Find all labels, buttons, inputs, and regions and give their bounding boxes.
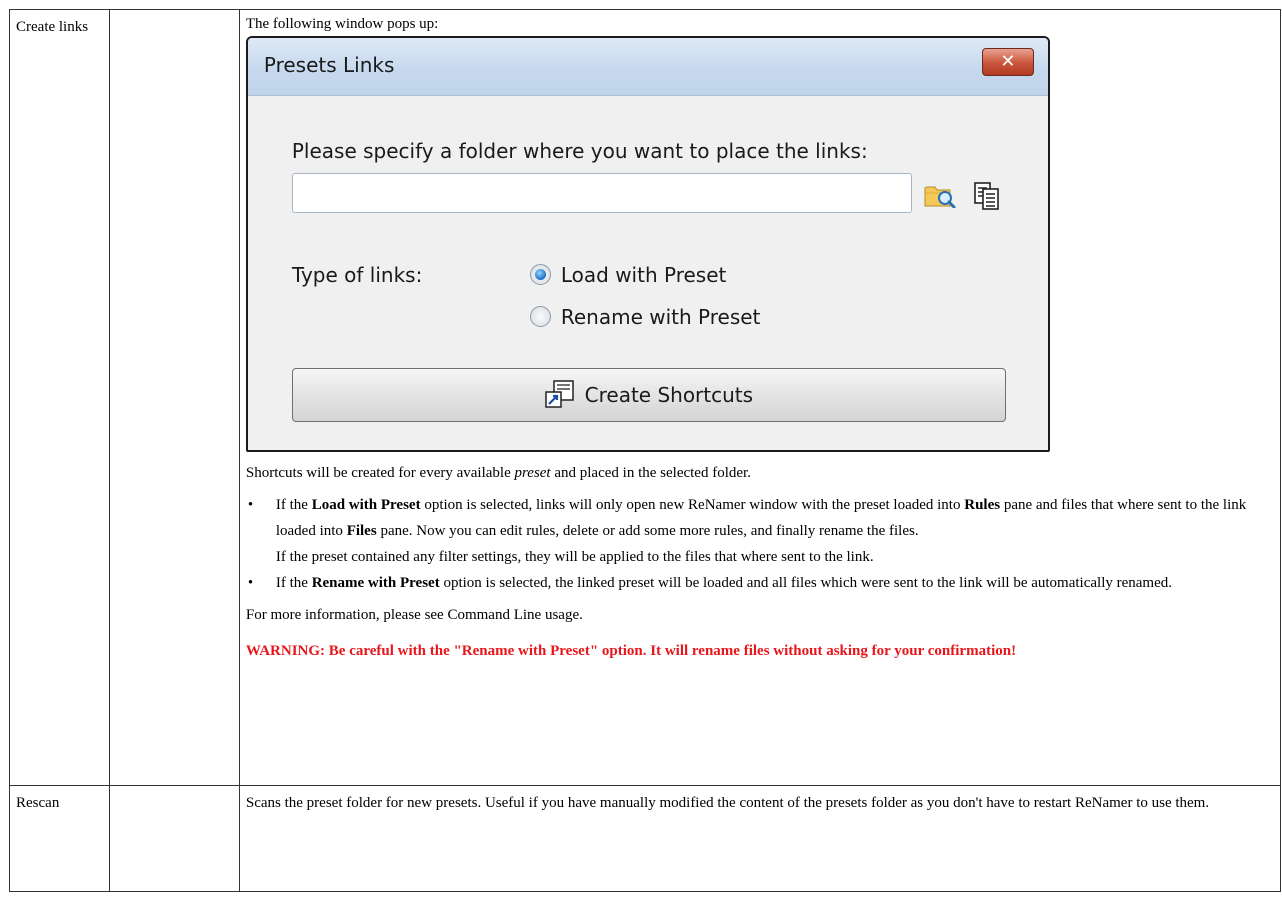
shortcut-icon bbox=[544, 380, 574, 408]
text: For more information, please see Command… bbox=[245, 607, 583, 623]
command-name-cell: Rescan bbox=[9, 785, 110, 892]
radio-label: Load with Preset bbox=[560, 263, 727, 287]
bold-text: Rename with Preset bbox=[311, 575, 440, 591]
radio-label: Rename with Preset bbox=[560, 305, 761, 329]
warning-paragraph: WARNING: Be careful with the "Rename wit… bbox=[245, 643, 1017, 659]
link-type-label: Type of links: bbox=[291, 263, 423, 287]
intro-text: The following window pops up: bbox=[245, 16, 439, 32]
command-name-cell: Create links bbox=[9, 9, 110, 786]
options-list: If the Load with Preset option is select… bbox=[246, 492, 1274, 596]
close-button[interactable]: ✕ bbox=[981, 48, 1034, 76]
bold-text: Files bbox=[346, 523, 377, 539]
dialog-body: Please specify a folder where you want t… bbox=[248, 96, 1048, 450]
folder-prompt-label: Please specify a folder where you want t… bbox=[291, 139, 868, 163]
text: option is selected, links will only open… bbox=[420, 497, 965, 513]
radio-selected-icon[interactable] bbox=[529, 264, 551, 285]
create-shortcuts-label: Create Shortcuts bbox=[584, 383, 754, 407]
radio-unselected-icon[interactable] bbox=[529, 306, 551, 327]
list-item: If the Load with Preset option is select… bbox=[248, 492, 1274, 570]
command-name: Rescan bbox=[16, 795, 60, 811]
more-info-paragraph: For more information, please see Command… bbox=[246, 602, 1274, 628]
text: option is selected, the linked preset wi… bbox=[439, 575, 1173, 591]
text: and placed in the selected folder. bbox=[550, 465, 751, 481]
empty-cell bbox=[108, 785, 240, 892]
list-item: If the Rename with Preset option is sele… bbox=[248, 570, 1274, 596]
empty-cell bbox=[108, 9, 240, 786]
text: If the bbox=[275, 497, 312, 513]
text: pane. Now you can edit rules, delete or … bbox=[376, 523, 919, 539]
rescan-description: Scans the preset folder for new presets.… bbox=[245, 795, 1210, 811]
dialog-title: Presets Links bbox=[263, 53, 395, 77]
shortcuts-paragraph: Shortcuts will be created for every avai… bbox=[246, 460, 1274, 486]
bold-text: Rules bbox=[964, 497, 1001, 513]
dialog-titlebar: Presets Links ✕ bbox=[247, 38, 1048, 96]
bold-text: Load with Preset bbox=[311, 497, 421, 513]
text: If the preset contained any filter setti… bbox=[275, 549, 874, 565]
command-name: Create links bbox=[16, 19, 89, 35]
preset-emphasis: preset bbox=[514, 465, 551, 481]
description-cell: The following window pops up: Presets Li… bbox=[238, 9, 1282, 786]
browse-folder-icon[interactable] bbox=[924, 182, 956, 208]
close-icon: ✕ bbox=[1000, 51, 1016, 72]
text: Shortcuts will be created for every avai… bbox=[245, 465, 515, 481]
presets-links-dialog: Presets Links ✕ Please specify a folder … bbox=[245, 36, 1050, 452]
paste-icon[interactable] bbox=[974, 182, 1000, 210]
create-shortcuts-button[interactable]: Create Shortcuts bbox=[291, 368, 1006, 422]
table-row: Rescan Scans the preset folder for new p… bbox=[9, 785, 1282, 892]
table-row: Create links The following window pops u… bbox=[9, 9, 1282, 786]
description-cell: Scans the preset folder for new presets.… bbox=[238, 785, 1282, 892]
load-with-preset-option[interactable]: Load with Preset bbox=[529, 262, 727, 290]
text: If the bbox=[275, 575, 312, 591]
content-table: Create links The following window pops u… bbox=[9, 9, 1282, 892]
folder-path-input[interactable] bbox=[291, 173, 912, 213]
rename-with-preset-option[interactable]: Rename with Preset bbox=[529, 304, 761, 332]
